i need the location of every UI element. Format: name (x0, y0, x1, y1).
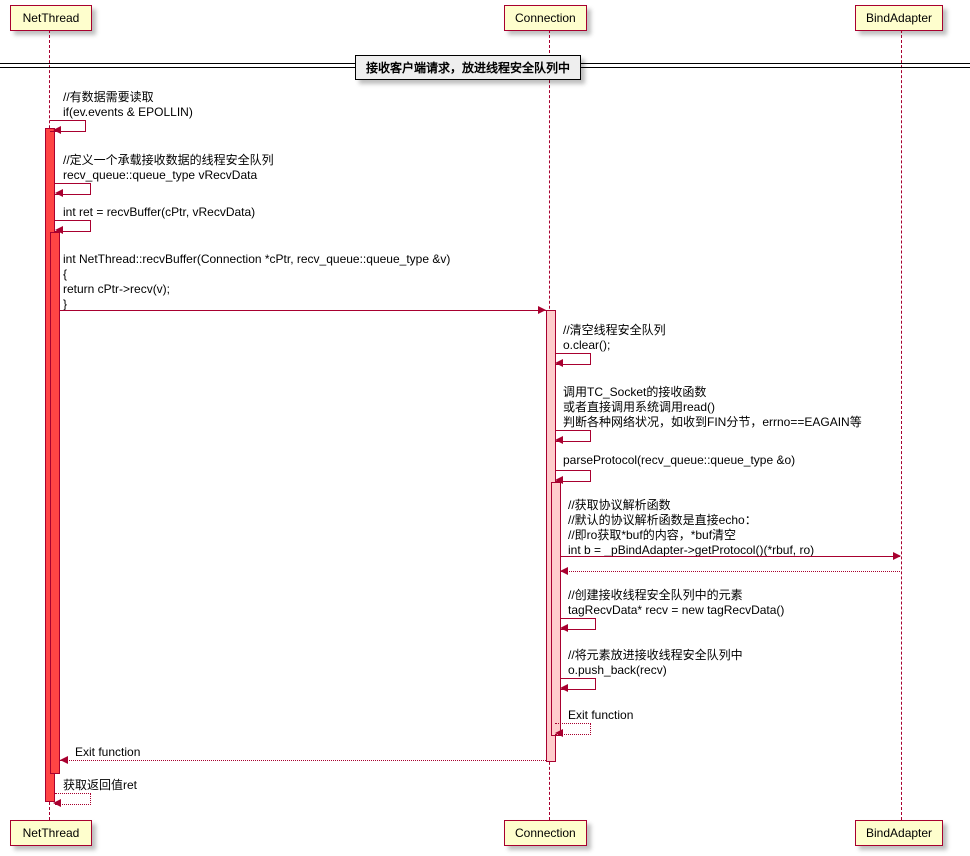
msg-clear-queue: //清空线程安全队列 o.clear(); (563, 323, 666, 353)
msg-recv-buffer-fn-l2: { (63, 267, 67, 281)
arrow-8-return (560, 567, 568, 575)
activation-net-thread-nested (50, 232, 60, 774)
msg-push-back: //将元素放进接收线程安全队列中 o.push_back(recv) (568, 648, 743, 678)
msg-recv-queue-def-l2: recv_queue::queue_type vRecvData (63, 168, 257, 182)
arrow-9 (560, 624, 568, 632)
arrow-1 (53, 126, 61, 134)
msg-exit-1: Exit function (568, 708, 633, 723)
msg-tag-recv-data-l2: tagRecvData* recv = new tagRecvData() (568, 603, 784, 617)
msg-parse-protocol: parseProtocol(recv_queue::queue_type &o) (563, 453, 795, 468)
arrow-7 (555, 476, 563, 484)
line-4 (60, 310, 546, 311)
participant-bind-adapter-top: BindAdapter (855, 5, 943, 31)
arrow-3 (55, 226, 63, 234)
arrow-12 (60, 756, 68, 764)
arrow-6 (555, 436, 563, 444)
msg-recv-buffer-fn-l3: return cPtr->recv(v); (63, 282, 170, 296)
msg-recv-buffer: int ret = recvBuffer(cPtr, vRecvData) (63, 205, 255, 220)
msg-get-protocol-l1: //获取协议解析函数 (568, 498, 671, 512)
activation-connection-nested (551, 482, 561, 736)
msg-get-protocol-l2: //默认的协议解析函数是直接echo： (568, 513, 757, 527)
line-8 (560, 556, 900, 557)
line-8-return (560, 571, 900, 572)
arrow-2 (55, 189, 63, 197)
msg-data-read: //有数据需要读取 if(ev.events & EPOLLIN) (63, 90, 193, 120)
msg-clear-queue-l1: //清空线程安全队列 (563, 323, 666, 337)
msg-tag-recv-data-l1: //创建接收线程安全队列中的元素 (568, 588, 743, 602)
msg-tc-socket-l1: 调用TC_Socket的接收函数 (563, 385, 706, 399)
msg-data-read-l2: if(ev.events & EPOLLIN) (63, 105, 193, 119)
arrow-4 (538, 306, 546, 314)
lifeline-bind-adapter (901, 30, 902, 820)
msg-recv-queue-def-l1: //定义一个承载接收数据的线程安全队列 (63, 153, 274, 167)
arrow-5 (555, 359, 563, 367)
msg-recv-buffer-fn: int NetThread::recvBuffer(Connection *cP… (63, 252, 450, 312)
arrow-13 (53, 799, 61, 807)
participant-bind-adapter-bottom: BindAdapter (855, 820, 943, 846)
participant-connection-bottom: Connection (504, 820, 587, 846)
arrow-11 (555, 729, 563, 737)
msg-recv-queue-def: //定义一个承载接收数据的线程安全队列 recv_queue::queue_ty… (63, 153, 274, 183)
divider-title: 接收客户端请求，放进线程安全队列中 (355, 55, 581, 80)
participant-net-thread-top: NetThread (10, 5, 92, 31)
msg-push-back-l2: o.push_back(recv) (568, 663, 667, 677)
msg-tc-socket-l2: 或者直接调用系统调用read() (563, 400, 715, 414)
msg-get-protocol-l3: //即ro获取*buf的内容，*buf清空 (568, 528, 736, 542)
msg-exit-2: Exit function (75, 745, 140, 760)
msg-ret: 获取返回值ret (63, 778, 137, 793)
arrow-8 (893, 552, 901, 560)
msg-clear-queue-l2: o.clear(); (563, 338, 610, 352)
participant-net-thread-bottom: NetThread (10, 820, 92, 846)
msg-data-read-l1: //有数据需要读取 (63, 90, 154, 104)
msg-tc-socket: 调用TC_Socket的接收函数 或者直接调用系统调用read() 判断各种网络… (563, 385, 862, 430)
msg-get-protocol-l4: int b = _pBindAdapter->getProtocol()(*rb… (568, 543, 814, 557)
msg-tag-recv-data: //创建接收线程安全队列中的元素 tagRecvData* recv = new… (568, 588, 784, 618)
msg-recv-buffer-fn-l1: int NetThread::recvBuffer(Connection *cP… (63, 252, 450, 266)
participant-connection-top: Connection (504, 5, 587, 31)
msg-push-back-l1: //将元素放进接收线程安全队列中 (568, 648, 743, 662)
msg-get-protocol: //获取协议解析函数 //默认的协议解析函数是直接echo： //即ro获取*b… (568, 498, 814, 558)
arrow-10 (560, 684, 568, 692)
msg-tc-socket-l3: 判断各种网络状况，如收到FIN分节，errno==EAGAIN等 (563, 415, 862, 429)
line-12 (60, 760, 546, 761)
msg-recv-buffer-fn-l4: } (63, 297, 67, 311)
